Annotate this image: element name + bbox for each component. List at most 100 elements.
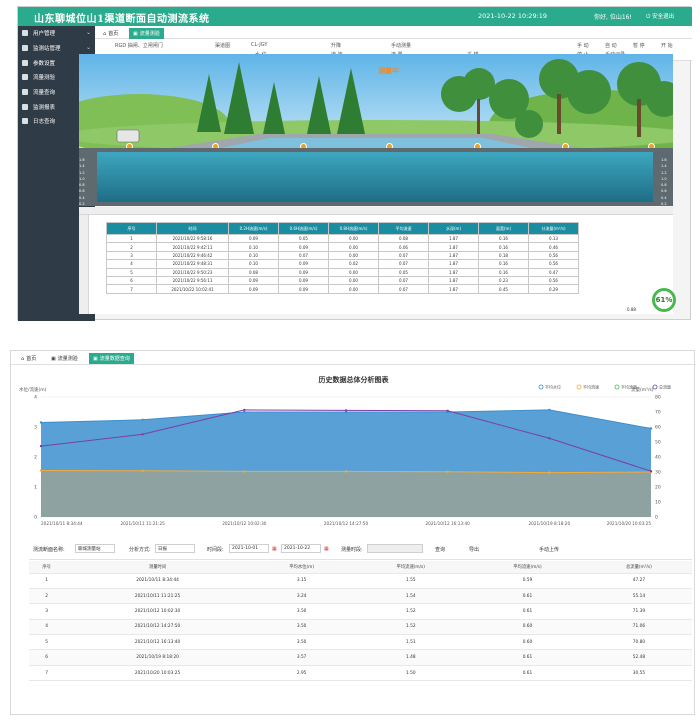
- sheet-cell[interactable]: 0.45: [478, 284, 529, 294]
- sheet-cell[interactable]: 0.16: [478, 259, 529, 269]
- sheet-cell[interactable]: 0.00: [328, 242, 379, 252]
- sheet-cell[interactable]: 0.07: [378, 259, 429, 269]
- sheet-cell[interactable]: 2: [106, 242, 157, 252]
- sheet-cell[interactable]: 1.87: [428, 259, 479, 269]
- sheet-cell[interactable]: 0.08: [378, 233, 429, 244]
- sheet-cell[interactable]: 0.00: [328, 250, 379, 261]
- date-to-input[interactable]: 2021-10-22: [281, 544, 321, 553]
- table-row[interactable]: 1 2021/10/11 8:34:44 3.15 1.55 0.59 47.27: [29, 573, 692, 589]
- manual-mode-button[interactable]: 手 动: [577, 42, 589, 49]
- tab-home[interactable]: ⌂ 首页: [99, 28, 122, 39]
- sheet-cell[interactable]: 2021/10/22 9:46:42: [156, 250, 229, 261]
- sheet-cell[interactable]: 6: [106, 275, 157, 286]
- sheet-cell[interactable]: 0.16: [478, 242, 529, 252]
- manual-upload-button[interactable]: 手动上传: [539, 546, 559, 553]
- sheet-cell[interactable]: 0.56: [528, 250, 579, 261]
- sheet-cell[interactable]: 0.02: [328, 259, 379, 269]
- channel-map-button[interactable]: 渠道图: [215, 42, 230, 49]
- sheet-cell[interactable]: 0.09: [278, 267, 329, 277]
- tab-home[interactable]: ⌂ 首页: [17, 353, 40, 364]
- sheet-cell[interactable]: 4: [106, 259, 157, 269]
- mode-select[interactable]: 日报: [155, 544, 195, 553]
- table-cell: 6: [29, 649, 65, 666]
- sheet-cell[interactable]: 0.47: [528, 267, 579, 277]
- sheet-cell[interactable]: 0.07: [378, 284, 429, 294]
- sheet-cell[interactable]: 0.16: [478, 233, 529, 244]
- sheet-cell[interactable]: 1.87: [428, 242, 479, 252]
- lift-button[interactable]: 升降: [331, 42, 341, 49]
- table-row[interactable]: 7 2021/10/20 10:03:25 2.95 1.50 0.61 30.55: [29, 665, 692, 682]
- sheet-cell[interactable]: 0.09: [278, 242, 329, 252]
- car-icon: ▣: [93, 355, 98, 362]
- sheet-cell[interactable]: 0.00: [328, 267, 379, 277]
- tab-flow-measure[interactable]: ▣ 流量测验: [129, 28, 164, 39]
- device-label[interactable]: CL-JGY: [251, 42, 267, 48]
- sheet-cell[interactable]: 0.46: [528, 242, 579, 252]
- tab-history-query[interactable]: ▣ 流量数据查询: [89, 353, 134, 364]
- sheet-cell[interactable]: 0.09: [278, 259, 329, 269]
- station-select[interactable]: 聊城测量站: [75, 544, 115, 553]
- sheet-cell[interactable]: 0.09: [228, 275, 279, 286]
- sheet-cell[interactable]: 0.06: [378, 242, 429, 252]
- table-row[interactable]: 5 2021/10/12 16:13:40 3.50 1.51 0.60 70.80: [29, 634, 692, 651]
- sheet-cell[interactable]: 1.87: [428, 267, 479, 277]
- sidebar-item-users[interactable]: 用户管理 ⌄: [18, 26, 95, 41]
- sheet-cell[interactable]: 0.10: [228, 242, 279, 252]
- sheet-cell[interactable]: 0.05: [278, 233, 329, 244]
- manual-measure-button[interactable]: 手动测量: [391, 42, 411, 49]
- sheet-cell[interactable]: 2021/10/22 9:42:11: [156, 242, 229, 252]
- tab-flow-measure[interactable]: ▣ 流量测验: [47, 353, 82, 364]
- sheet-cell[interactable]: 0.23: [478, 275, 529, 286]
- sheet-cell[interactable]: 0.00: [328, 275, 379, 286]
- sheet-cell[interactable]: 2021/10/22 9:48:31: [156, 259, 229, 269]
- sheet-cell[interactable]: 7: [106, 284, 157, 294]
- table-row[interactable]: 6 2021/10/19 8:18:20 3.57 1.48 0.61 52.48: [29, 649, 692, 666]
- table-row[interactable]: 3 2021/10/12 10:02:30 3.50 1.52 0.61 71.39: [29, 603, 692, 620]
- query-button[interactable]: 查询: [435, 546, 445, 553]
- sheet-cell[interactable]: 2021/10/22 9:58:16: [156, 233, 229, 244]
- table-row[interactable]: 2 2021/10/11 11:21:25 3.24 1.54 0.61 55.14: [29, 588, 692, 605]
- sheet-cell[interactable]: 0.09: [228, 284, 279, 294]
- sheet-cell[interactable]: 1.87: [428, 233, 479, 244]
- table-cell: 47.27: [585, 573, 692, 589]
- table-row[interactable]: 4 2021/10/12 14:27:50 3.50 1.52 0.60 71.06: [29, 619, 692, 636]
- sheet-cell[interactable]: 2021/10/22 9:50:23: [156, 267, 229, 277]
- sheet-cell[interactable]: 1.87: [428, 284, 479, 294]
- sheet-cell[interactable]: 0.07: [378, 275, 429, 286]
- sheet-cell[interactable]: 2021/10/22 9:56:11: [156, 275, 229, 286]
- sheet-cell[interactable]: 0.16: [478, 267, 529, 277]
- y-left-tick-label: 3: [34, 425, 37, 431]
- calendar-icon: ▦: [272, 546, 277, 552]
- sheet-cell[interactable]: 0.56: [528, 275, 579, 286]
- sheet-cell[interactable]: 0.09: [278, 275, 329, 286]
- sheet-cell[interactable]: 5: [106, 267, 157, 277]
- y-right-tick-label: 40: [655, 455, 661, 461]
- sheet-cell[interactable]: 1: [106, 233, 157, 244]
- sheet-cell[interactable]: 1.87: [428, 250, 479, 261]
- sheet-cell[interactable]: 0.00: [328, 284, 379, 294]
- sheet-cell[interactable]: 0.10: [228, 250, 279, 261]
- sheet-cell[interactable]: 0.05: [378, 267, 429, 277]
- sheet-cell[interactable]: 0.10: [228, 259, 279, 269]
- sheet-cell[interactable]: 0.29: [528, 284, 579, 294]
- sheet-cell[interactable]: 0.00: [328, 233, 379, 244]
- sheet-cell[interactable]: 0.07: [378, 250, 429, 261]
- sheet-cell[interactable]: 0.07: [278, 250, 329, 261]
- sheet-cell[interactable]: 0.56: [528, 259, 579, 269]
- date-from-input[interactable]: 2021-10-01: [229, 544, 269, 553]
- sheet-cell[interactable]: 2021/10/22 10:02:41: [156, 284, 229, 294]
- logout-button[interactable]: ⏻ 安全退出: [646, 12, 674, 21]
- sheet-cell[interactable]: 0.13: [528, 233, 579, 244]
- sheet-cell[interactable]: 1.87: [428, 275, 479, 286]
- export-button[interactable]: 导出: [469, 546, 479, 553]
- sheet-cell[interactable]: 0.18: [478, 250, 529, 261]
- sheet-cell[interactable]: 0.09: [278, 284, 329, 294]
- start-button[interactable]: 开 始: [661, 42, 673, 49]
- range-select[interactable]: [367, 544, 423, 553]
- gate-type-label[interactable]: RGD 抽闸、立闸闸门: [115, 42, 163, 49]
- auto-mode-button[interactable]: 自 动: [605, 42, 617, 49]
- pause-button[interactable]: 暂 停: [633, 42, 645, 49]
- sheet-cell[interactable]: 0.08: [228, 267, 279, 277]
- sheet-cell[interactable]: 3: [106, 250, 157, 261]
- sheet-cell[interactable]: 0.09: [228, 233, 279, 244]
